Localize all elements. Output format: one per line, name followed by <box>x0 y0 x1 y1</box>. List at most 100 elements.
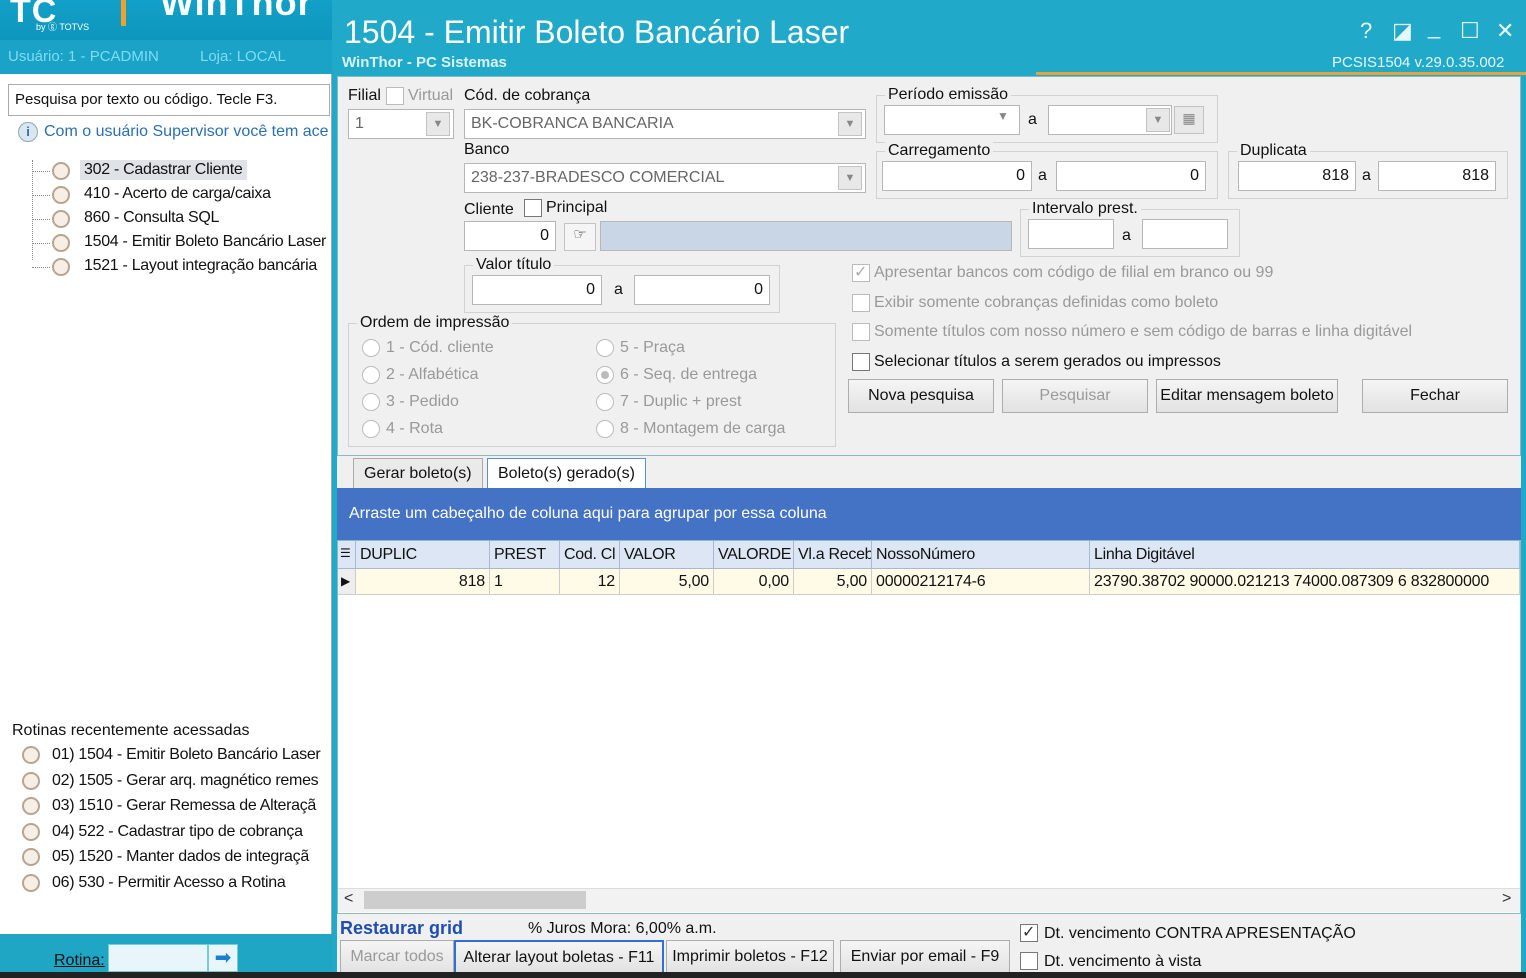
ordem-radio-7[interactable] <box>596 393 614 411</box>
maximize-icon[interactable]: ☐ <box>1460 18 1480 44</box>
carregamento-from-input[interactable]: 0 <box>882 161 1032 191</box>
valor-to-input[interactable]: 0 <box>634 275 770 305</box>
valor-from-input[interactable]: 0 <box>472 275 602 305</box>
column-header[interactable]: VALOR <box>620 541 714 569</box>
ordem-radio-4[interactable] <box>362 420 380 438</box>
cliente-label: Cliente <box>464 201 514 218</box>
column-header[interactable]: NossoNúmero <box>872 541 1090 569</box>
column-header[interactable]: PREST <box>490 541 560 569</box>
table-cell[interactable]: 5,00 <box>620 569 714 595</box>
recent-item[interactable]: 06) 530 - Permitir Acesso a Rotina <box>20 873 320 900</box>
opt-nosso-numero-label: Somente títulos com nosso número e sem c… <box>874 323 1413 340</box>
duplicata-from-input[interactable]: 818 <box>1238 161 1356 191</box>
tab-strip: Gerar boleto(s) Boleto(s) gerado(s) <box>337 456 1521 488</box>
arrow-right-icon[interactable]: ➡ <box>208 944 238 972</box>
user-label: Usuário: 1 - PCADMIN <box>8 48 159 65</box>
tree-item-860[interactable]: 860 - Consulta SQL <box>32 208 219 232</box>
search-client-icon[interactable]: ☞ <box>564 223 596 251</box>
alterar-layout-button[interactable]: Alterar layout boletas - F11 <box>454 940 664 974</box>
ordem-radio-2[interactable] <box>362 366 380 384</box>
recent-item[interactable]: 04) 522 - Cadastrar tipo de cobrança <box>20 822 320 849</box>
rotina-label: Rotina: <box>54 952 105 969</box>
cobranca-select[interactable]: BK-COBRANCA BANCARIA <box>464 109 866 139</box>
tab-boletos-gerados[interactable]: Boleto(s) gerado(s) <box>487 458 646 488</box>
grid-menu-icon[interactable]: ☰ <box>338 541 356 569</box>
minimize-icon[interactable]: _ <box>1428 14 1440 40</box>
routine-icon <box>22 873 40 892</box>
chevron-down-icon[interactable]: ▼ <box>426 112 450 136</box>
table-cell[interactable]: 23790.38702 90000.021213 74000.087309 6 … <box>1090 569 1520 595</box>
ordem-radio-6[interactable] <box>596 366 614 384</box>
column-header[interactable]: DUPLIC <box>356 541 490 569</box>
scroll-right-icon[interactable]: > <box>1502 890 1511 908</box>
close-icon[interactable]: ✕ <box>1496 18 1514 44</box>
help-icon[interactable]: ? <box>1360 18 1372 44</box>
tree-item-1521[interactable]: 1521 - Layout integração bancária <box>32 256 317 280</box>
routine-search-input[interactable]: Pesquisa por texto ou código. Tecle F3. <box>8 84 330 116</box>
recent-title: Rotinas recentemente acessadas <box>12 722 250 739</box>
fechar-button[interactable]: Fechar <box>1362 379 1508 413</box>
duplicata-to-input[interactable]: 818 <box>1378 161 1496 191</box>
routine-icon <box>22 746 40 764</box>
tab-gerar-boletos[interactable]: Gerar boleto(s) <box>353 458 483 488</box>
editar-mensagem-button[interactable]: Editar mensagem boleto <box>1156 379 1338 413</box>
principal-checkbox[interactable] <box>524 199 542 217</box>
ordem-radio-3[interactable] <box>362 393 380 411</box>
table-cell[interactable]: 12 <box>560 569 620 595</box>
window-subtitle: WinThor - PC Sistemas <box>342 54 507 71</box>
ordem-label-8: 8 - Montagem de carga <box>620 420 786 437</box>
ordem-radio-1[interactable] <box>362 339 380 357</box>
recent-item[interactable]: 03) 1510 - Gerar Remessa de Alteraçã <box>20 797 320 823</box>
table-cell[interactable]: 00000212174-6 <box>872 569 1090 595</box>
banco-select[interactable]: 238-237-BRADESCO COMERCIAL <box>464 163 866 193</box>
intervalo-from-input[interactable] <box>1028 219 1114 249</box>
vencimento-vista-checkbox[interactable] <box>1020 952 1038 970</box>
restaurar-grid-link[interactable]: Restaurar grid <box>340 918 463 939</box>
nova-pesquisa-button[interactable]: Nova pesquisa <box>848 379 994 413</box>
ordem-radio-8[interactable] <box>596 420 614 438</box>
column-header[interactable]: Cod. Cl <box>560 541 620 569</box>
contra-apresentacao-checkbox[interactable] <box>1020 922 1038 942</box>
recent-item[interactable]: 02) 1505 - Gerar arq. magnético remes <box>20 771 320 798</box>
cliente-input[interactable]: 0 <box>464 221 556 251</box>
table-cell[interactable]: 1 <box>490 569 560 595</box>
recent-item[interactable]: 05) 1520 - Manter dados de integraçã <box>20 848 320 874</box>
calendar-icon[interactable]: ▦ <box>1174 106 1204 134</box>
marcar-todos-button[interactable]: Marcar todos <box>340 940 454 974</box>
ordem-radio-5[interactable] <box>596 339 614 357</box>
routine-icon <box>52 162 70 180</box>
ordem-label-7: 7 - Duplic + prest <box>620 393 742 410</box>
enviar-email-button[interactable]: Enviar por email - F9 <box>840 940 1010 974</box>
rotina-input[interactable] <box>108 944 208 972</box>
intervalo-to-input[interactable] <box>1142 219 1228 249</box>
tree-item-302[interactable]: 302 - Cadastrar Cliente <box>32 160 247 184</box>
recent-item[interactable]: 01) 1504 - Emitir Boleto Bancário Laser <box>20 746 321 772</box>
table-cell[interactable]: 0,00 <box>714 569 794 595</box>
scrollbar-thumb[interactable] <box>364 891 586 909</box>
table-cell[interactable]: 818 <box>356 569 490 595</box>
tree-item-label: 302 - Cadastrar Cliente <box>80 160 247 180</box>
carregamento-to-input[interactable]: 0 <box>1056 161 1206 191</box>
chevron-down-icon[interactable]: ▼ <box>1146 108 1170 132</box>
opt-boleto-checkbox[interactable] <box>852 294 870 312</box>
column-header[interactable]: VALORDE <box>714 541 794 569</box>
table-cell[interactable]: 5,00 <box>794 569 872 595</box>
pesquisar-button[interactable]: Pesquisar <box>1002 379 1148 413</box>
group-by-bar[interactable]: Arraste um cabeçalho de coluna aqui para… <box>337 488 1521 540</box>
opt-nosso-numero-checkbox[interactable] <box>852 323 870 341</box>
routine-icon <box>22 848 40 867</box>
column-header[interactable]: Linha Digitável <box>1090 541 1520 569</box>
virtual-checkbox[interactable] <box>386 87 404 105</box>
tree-item-410[interactable]: 410 - Acerto de carga/caixa <box>32 184 271 208</box>
chevron-down-icon[interactable]: ▼ <box>838 166 862 190</box>
scroll-left-icon[interactable]: < <box>344 890 353 908</box>
column-header[interactable]: Vl.a Receb <box>794 541 872 569</box>
chevron-down-icon[interactable]: ▼ <box>997 109 1009 123</box>
chevron-down-icon[interactable]: ▼ <box>838 112 862 136</box>
restore-icon[interactable]: ◪ <box>1392 18 1413 44</box>
opt-selecionar-checkbox[interactable] <box>852 353 870 371</box>
opt-bancos-checkbox[interactable] <box>852 262 870 282</box>
tree-item-1504[interactable]: 1504 - Emitir Boleto Bancário Laser <box>32 232 326 256</box>
duplicata-a: a <box>1362 167 1371 184</box>
imprimir-boletos-button[interactable]: Imprimir boletos - F12 <box>666 940 834 974</box>
